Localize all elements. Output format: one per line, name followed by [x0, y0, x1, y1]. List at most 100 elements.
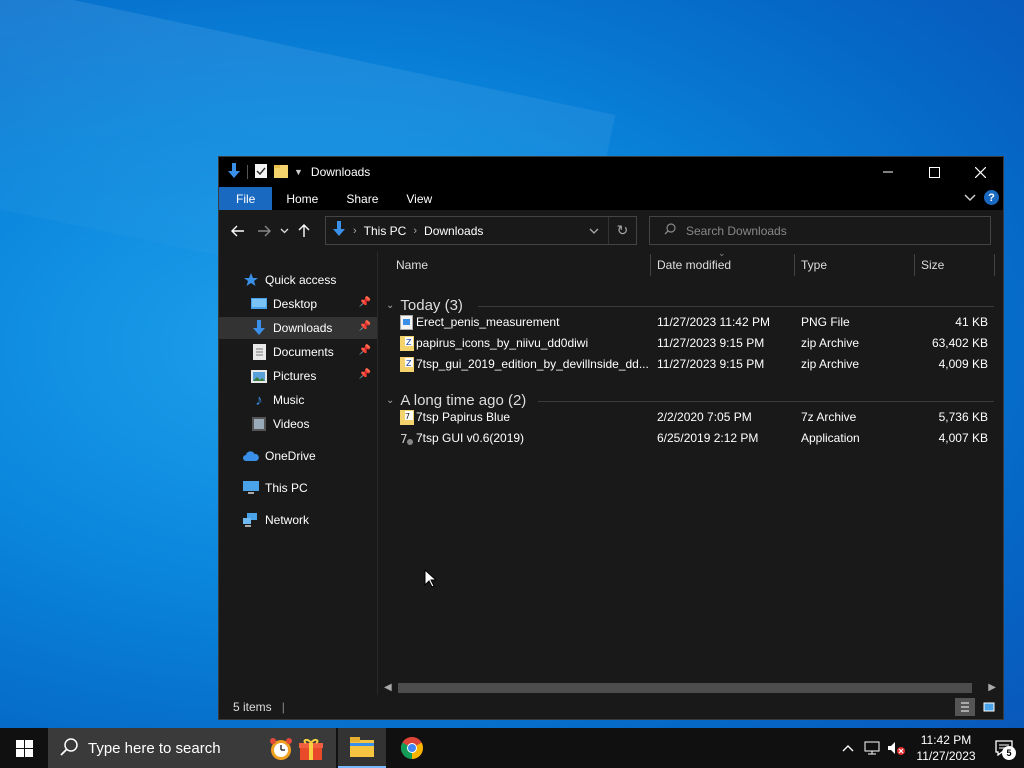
file-size: 41 KB — [955, 315, 988, 329]
forward-button[interactable] — [251, 218, 277, 244]
svg-text:7: 7 — [405, 412, 410, 421]
start-button[interactable] — [0, 728, 48, 768]
file-row-7tsp-gui-v06[interactable]: 7 7tsp GUI v0.6(2019) 6/25/2019 2:12 PM … — [378, 428, 998, 449]
search-input[interactable]: Search Downloads — [649, 216, 991, 245]
file-type: 7z Archive — [801, 410, 857, 424]
file-type: Application — [801, 431, 860, 445]
taskbar: Type here to search 11:42 PM 11/27/2023 … — [0, 728, 1024, 768]
file-date: 11/27/2023 11:42 PM — [657, 315, 770, 329]
sidebar-item-network[interactable]: Network — [219, 509, 377, 531]
ribbon-tabs: File Home Share View ? — [219, 187, 1003, 210]
clock[interactable]: 11:42 PM 11/27/2023 — [908, 732, 984, 764]
large-icons-view-button[interactable] — [979, 698, 999, 716]
action-center-button[interactable]: 5 — [984, 728, 1024, 768]
svg-text:7: 7 — [400, 432, 408, 446]
downloads-location-icon — [332, 221, 346, 240]
file-size: 4,007 KB — [938, 431, 988, 445]
sidebar-item-music[interactable]: ♪ Music — [219, 389, 377, 411]
pin-icon[interactable]: 📌 — [359, 297, 371, 308]
column-divider[interactable] — [914, 254, 915, 276]
new-folder-icon[interactable] — [274, 163, 288, 182]
show-hidden-icons-chevron-icon[interactable] — [836, 728, 860, 768]
collapse-chevron-icon[interactable]: ⌄ — [386, 395, 394, 406]
file-date: 11/27/2023 9:15 PM — [657, 336, 765, 350]
sidebar-item-pictures[interactable]: Pictures 📌 — [219, 365, 377, 387]
sidebar-item-documents[interactable]: Documents 📌 — [219, 341, 377, 363]
file-row-7tsp-papirus-blue[interactable]: 7 7tsp Papirus Blue 2/2/2020 7:05 PM 7z … — [378, 407, 998, 428]
group-divider — [478, 306, 994, 307]
videos-folder-icon — [251, 416, 267, 432]
file-row-erect-penis-measurement[interactable]: Erect_penis_measurement 11/27/2023 11:42… — [378, 312, 998, 333]
column-header-size[interactable]: Size — [921, 252, 991, 278]
tab-home[interactable]: Home — [272, 187, 332, 210]
system-tray: 11:42 PM 11/27/2023 5 — [836, 728, 1024, 768]
properties-icon[interactable] — [254, 163, 268, 182]
address-bar[interactable]: › This PC › Downloads ↻ — [325, 216, 637, 245]
column-divider[interactable] — [650, 254, 651, 276]
documents-folder-icon — [251, 344, 267, 360]
pin-icon[interactable]: 📌 — [359, 321, 371, 332]
title-bar[interactable]: ▼ Downloads — [219, 157, 1003, 187]
horizontal-scrollbar[interactable]: ◀ ▶ — [378, 680, 1002, 696]
sidebar-item-videos[interactable]: Videos — [219, 413, 377, 435]
file-row-papirus-icons[interactable]: Z papirus_icons_by_niivu_dd0diwi 11/27/2… — [378, 333, 998, 354]
window-title: Downloads — [310, 165, 371, 179]
tab-file[interactable]: File — [219, 187, 273, 210]
details-view-button[interactable] — [955, 698, 975, 716]
breadcrumb-downloads[interactable]: Downloads — [424, 224, 483, 238]
downloads-folder-icon — [251, 320, 267, 336]
clock-time: 11:42 PM — [920, 733, 972, 747]
back-button[interactable] — [225, 218, 251, 244]
file-explorer-taskbar-button[interactable] — [338, 728, 386, 768]
scroll-right-icon[interactable]: ▶ — [988, 680, 996, 696]
close-button[interactable] — [957, 157, 1003, 187]
minimize-button[interactable] — [865, 157, 911, 187]
scrollbar-thumb[interactable] — [398, 683, 972, 693]
sidebar-item-desktop[interactable]: Desktop 📌 — [219, 293, 377, 315]
column-divider[interactable] — [994, 254, 995, 276]
file-date: 11/27/2023 9:15 PM — [657, 357, 765, 371]
gift-icon[interactable] — [298, 736, 324, 765]
recent-locations-chevron-icon[interactable] — [277, 218, 291, 244]
sidebar-item-this-pc[interactable]: This PC — [219, 477, 377, 499]
up-button[interactable] — [291, 218, 317, 244]
breadcrumb-chevron-icon[interactable]: › — [413, 225, 417, 237]
pin-icon[interactable]: 📌 — [359, 369, 371, 380]
file-name: 7tsp GUI v0.6(2019) — [416, 431, 525, 445]
column-divider[interactable] — [794, 254, 795, 276]
sidebar-item-onedrive[interactable]: OneDrive — [219, 445, 377, 467]
zip-archive-icon: Z — [400, 336, 414, 351]
breadcrumb-chevron-icon[interactable]: › — [353, 225, 357, 237]
sidebar-item-label: Desktop — [273, 297, 318, 311]
tab-share[interactable]: Share — [332, 187, 392, 210]
application-icon: 7 — [400, 431, 413, 446]
file-size: 4,009 KB — [938, 357, 988, 371]
tab-view[interactable]: View — [392, 187, 446, 210]
alarm-clock-icon[interactable] — [268, 736, 294, 765]
expand-ribbon-chevron-icon[interactable] — [964, 191, 976, 205]
refresh-icon[interactable]: ↻ — [608, 217, 636, 244]
sidebar-item-quick-access[interactable]: Quick access — [219, 269, 377, 291]
sidebar-item-downloads[interactable]: Downloads 📌 — [219, 317, 377, 339]
network-tray-icon[interactable] — [860, 728, 884, 768]
chrome-taskbar-button[interactable] — [388, 728, 436, 768]
scroll-left-icon[interactable]: ◀ — [384, 680, 392, 696]
pin-icon[interactable]: 📌 — [359, 345, 371, 356]
breadcrumb-this-pc[interactable]: This PC — [364, 224, 407, 238]
desktop-folder-icon — [251, 296, 267, 312]
column-header-name[interactable]: Name — [396, 252, 646, 278]
help-icon[interactable]: ? — [984, 190, 999, 205]
sidebar-item-label: Videos — [273, 417, 310, 431]
maximize-button[interactable] — [911, 157, 957, 187]
status-separator: | — [281, 700, 285, 714]
address-history-dropdown[interactable] — [580, 225, 608, 237]
status-bar: 5 items | — [219, 695, 1003, 719]
volume-muted-icon[interactable] — [884, 728, 908, 768]
column-header-type[interactable]: Type — [801, 252, 911, 278]
sidebar-item-label: Pictures — [273, 369, 317, 383]
collapse-chevron-icon[interactable]: ⌄ — [386, 300, 394, 311]
taskbar-search-box[interactable]: Type here to search — [48, 728, 336, 768]
file-row-7tsp-gui-2019-edition[interactable]: Z 7tsp_gui_2019_edition_by_devillnside_d… — [378, 354, 998, 375]
customize-toolbar-chevron-icon[interactable]: ▼ — [294, 167, 303, 177]
column-header-date-modified[interactable]: Date modified — [657, 252, 792, 278]
